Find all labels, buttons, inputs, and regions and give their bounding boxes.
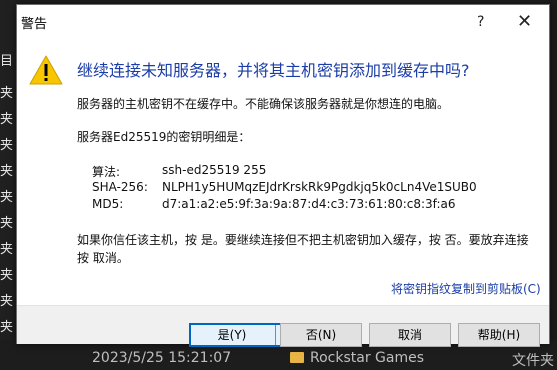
detail-key: SHA-256: <box>92 180 148 194</box>
bg-type: 文件夹 <box>512 353 554 369</box>
detail-key: MD5: <box>92 197 124 211</box>
background-left-panel: 目录 夹 夹 夹 夹 夹 夹 夹 夹 夹 夹 <box>0 0 16 370</box>
bg-folder-name: Rockstar Games <box>310 350 425 366</box>
yes-button-label: 是(Y) <box>217 328 247 342</box>
detail-value: d7:a1:a2:e5:9f:3a:9a:87:d4:c3:73:61:80:c… <box>162 197 456 211</box>
no-button[interactable]: 否(N) <box>280 323 362 347</box>
dialog-title: 警告 <box>21 17 48 32</box>
dialog-heading: 继续连接未知服务器，并将其主机密钥添加到缓存中吗? <box>77 61 470 80</box>
cancel-button[interactable]: 取消 <box>369 323 451 347</box>
instructions-paragraph: 如果你信任该主机，按 是。要继续连接但不把主机密钥加入缓存，按 否。要放弃连接按… <box>77 233 529 265</box>
bg-item: 夹 <box>0 138 14 153</box>
warning-icon <box>29 55 63 85</box>
bg-item: 夹 <box>0 164 14 179</box>
bg-item: 夹 <box>0 86 14 101</box>
bg-item: 夹 <box>0 112 14 127</box>
bg-date: 2023/5/25 15:21:07 <box>92 350 232 366</box>
button-bar: 是(Y) 否(N) 取消 帮助(H) <box>17 305 549 347</box>
bg-item: 夹 <box>0 190 14 205</box>
detail-key: 算法: <box>92 165 121 179</box>
detail-value: ssh-ed25519 255 <box>162 163 267 177</box>
folder-icon <box>290 352 304 363</box>
bg-item: 目录 <box>0 54 14 69</box>
dialog-titlebar[interactable]: 警告 ? ✕ <box>17 5 549 39</box>
close-icon[interactable]: ✕ <box>517 11 532 32</box>
bg-item: 夹 <box>0 268 14 283</box>
bg-item: 夹 <box>0 242 14 257</box>
bg-item: 夹 <box>0 216 14 231</box>
bg-item: 夹 <box>0 294 14 309</box>
warning-dialog: 警告 ? ✕ 继续连接未知服务器，并将其主机密钥添加到缓存中吗? 服务器的主机密… <box>16 4 550 347</box>
help-button[interactable]: 帮助(H) <box>458 323 540 347</box>
help-icon[interactable]: ? <box>477 14 484 30</box>
detail-value: NLPH1y5HUMqzEJdrKrskRk9Pgdkjq5k0cLn4Ve1S… <box>162 180 477 194</box>
key-details-label: 服务器Ed25519的密钥明细是： <box>77 130 251 144</box>
message-paragraph: 服务器的主机密钥不在缓存中。不能确保该服务器就是你想连的电脑。 <box>77 97 450 111</box>
bg-item: 夹 <box>0 320 14 335</box>
copy-fingerprint-link[interactable]: 将密钥指纹复制到剪贴板(C) <box>391 280 541 297</box>
